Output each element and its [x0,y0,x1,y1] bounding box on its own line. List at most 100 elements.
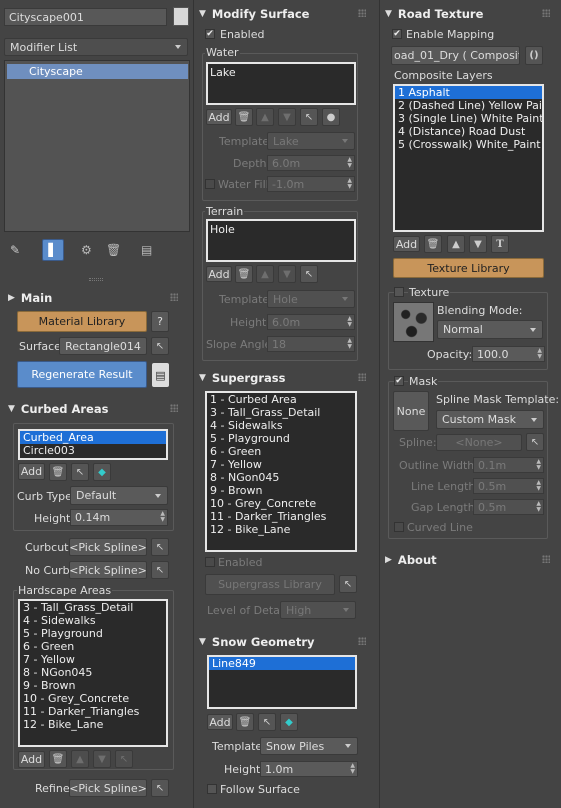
configure-sets-icon[interactable]: ▤ [141,243,152,257]
move-up-icon[interactable]: ▲ [256,265,274,283]
texture-checkbox[interactable] [394,287,404,297]
depth-spinner[interactable]: 6.0m ▲ ▼ [267,155,355,171]
curbcut-pick-button[interactable]: <Pick Spline> [69,538,147,556]
spline-mask-template-dropdown[interactable]: Custom Mask [436,410,544,429]
regenerate-result-button[interactable]: Regenerate Result [17,361,147,388]
object-color-swatch[interactable] [173,7,189,26]
list-item[interactable]: 2 (Dashed Line) Yellow Paint [395,99,542,112]
opacity-spinner[interactable]: 100.0 ▲ ▼ [472,346,545,362]
pick-cursor-icon[interactable]: ↖ [151,538,169,556]
auto-update-icon[interactable]: ▤ [152,363,169,387]
teapot-icon[interactable]: ● [322,108,340,126]
material-library-button[interactable]: Material Library [17,311,147,332]
list-item[interactable]: 11 - Darker_Triangles [207,510,355,523]
trash-icon[interactable]: 🗑 [424,235,442,253]
list-item[interactable]: 11 - Darker_Triangles [20,705,166,718]
list-item[interactable]: Circle003 [20,444,166,457]
level-of-detail-dropdown[interactable]: High [280,601,356,619]
list-item[interactable]: Lake [210,66,236,79]
pick-cursor-icon[interactable]: ↖ [300,108,318,126]
blending-mode-dropdown[interactable]: Normal [437,320,543,339]
list-item[interactable]: 5 - Playground [207,432,355,445]
move-up-icon[interactable]: ▲ [256,108,274,126]
snow-geometry-header[interactable]: ▼ Snow Geometry [199,632,315,652]
pick-cursor-icon[interactable]: ↖ [71,463,89,481]
list-item[interactable]: 5 - Playground [20,627,166,640]
list-item[interactable]: Curbed_Area [20,431,166,444]
trash-icon[interactable]: 🗑 [236,713,254,731]
hardscape-add-button[interactable]: Add [18,751,45,768]
list-item[interactable]: 3 - Tall_Grass_Detail [207,406,355,419]
road-texture-header[interactable]: ▼ Road Texture [385,4,483,24]
move-down-icon[interactable]: ▼ [278,108,296,126]
list-item[interactable]: 1 Asphalt [395,86,542,99]
line-length-spinner[interactable]: 0.5m ▲ ▼ [473,478,544,494]
modifier-stack[interactable]: Cityscape [4,60,190,232]
pick-cursor-icon[interactable]: ↖ [300,265,318,283]
pick-cursor-icon[interactable]: ↖ [526,433,544,451]
enabled-checkbox[interactable]: ✔ [205,29,215,39]
pick-cursor-icon[interactable]: ↖ [258,713,276,731]
modify-surface-header[interactable]: ▼ Modify Surface [199,4,309,24]
supergrass-enabled-checkbox[interactable] [205,557,215,567]
list-item[interactable]: 3 (Single Line) White Paint [395,112,542,125]
list-item[interactable]: 1 - Curbed Area [207,393,355,406]
cube-icon[interactable]: ◆ [93,463,111,481]
curbed-areas-list[interactable]: Curbed_Area Circle003 [18,429,168,460]
pick-cursor-icon[interactable]: ↖ [115,750,133,768]
gap-length-spinner[interactable]: 0.5m ▲ ▼ [473,499,544,515]
text-icon[interactable]: T [491,235,509,253]
list-item[interactable]: 9 - Brown [20,679,166,692]
show-end-result-icon[interactable]: ▌ [42,239,64,261]
move-down-icon[interactable]: ▼ [93,750,111,768]
list-item[interactable]: 3 - Tall_Grass_Detail [20,601,166,614]
stack-item-cityscape[interactable]: Cityscape [7,64,188,79]
water-fill-checkbox[interactable] [205,179,215,189]
curved-line-checkbox[interactable] [394,522,404,532]
mask-none-button[interactable]: None [393,391,429,431]
list-item[interactable]: 4 - Sidewalks [207,419,355,432]
surface-pick-button[interactable]: Rectangle014 [59,337,147,355]
pick-cursor-icon[interactable]: ↖ [151,337,169,355]
list-item[interactable]: 8 - NGon045 [20,666,166,679]
curb-height-spinner[interactable]: 0.14m ▲ ▼ [70,509,168,526]
pin-stack-icon[interactable]: ✎ [10,243,24,257]
supergrass-list[interactable]: 1 - Curbed Area 3 - Tall_Grass_Detail 4 … [205,391,357,552]
about-header[interactable]: ▶ About [385,550,437,570]
splitter-grip[interactable] [89,278,103,281]
list-item[interactable]: 10 - Grey_Concrete [20,692,166,705]
terrain-height-spinner[interactable]: 6.0m ▲ ▼ [267,314,355,330]
modifier-list-dropdown[interactable]: Modifier List [4,38,188,56]
pick-cursor-icon[interactable]: ↖ [151,561,169,579]
move-up-icon[interactable]: ▲ [447,235,465,253]
terrain-list[interactable]: Hole [206,219,356,262]
move-down-icon[interactable]: ▼ [278,265,296,283]
make-unique-icon[interactable]: ⚙ [81,243,92,257]
trash-icon[interactable]: 🗑 [235,108,253,126]
move-down-icon[interactable]: ▼ [469,235,487,253]
list-item[interactable]: 7 - Yellow [20,653,166,666]
list-item[interactable]: 7 - Yellow [207,458,355,471]
outline-width-spinner[interactable]: 0.1m ▲ ▼ [473,457,544,473]
list-item[interactable]: 12 - Bike_Lane [20,718,166,731]
enable-mapping-checkbox[interactable]: ✔ [392,29,402,39]
rollout-grip[interactable] [542,9,550,17]
water-add-button[interactable]: Add [206,109,232,125]
composite-layers-list[interactable]: 1 Asphalt 2 (Dashed Line) Yellow Paint 3… [393,84,544,232]
water-template-dropdown[interactable]: Lake [267,132,355,150]
list-item[interactable]: 6 - Green [207,445,355,458]
bracket-icon[interactable]: () [525,46,543,65]
list-item[interactable]: 6 - Green [20,640,166,653]
hardscape-areas-list[interactable]: 3 - Tall_Grass_Detail 4 - Sidewalks 5 - … [18,599,168,747]
slope-angle-spinner[interactable]: 18 ▲ ▼ [267,336,355,352]
refine-pick-button[interactable]: <Pick Spline> [69,779,147,797]
list-item[interactable]: 8 - NGon045 [207,471,355,484]
rollout-grip[interactable] [358,373,366,381]
move-up-icon[interactable]: ▲ [71,750,89,768]
list-item[interactable]: 10 - Grey_Concrete [207,497,355,510]
layers-add-button[interactable]: Add [393,236,420,252]
trash-icon[interactable]: 🗑 [235,265,253,283]
rollout-grip[interactable] [358,9,366,17]
supergrass-library-button[interactable]: Supergrass Library [205,574,335,595]
list-item[interactable]: 4 - Sidewalks [20,614,166,627]
